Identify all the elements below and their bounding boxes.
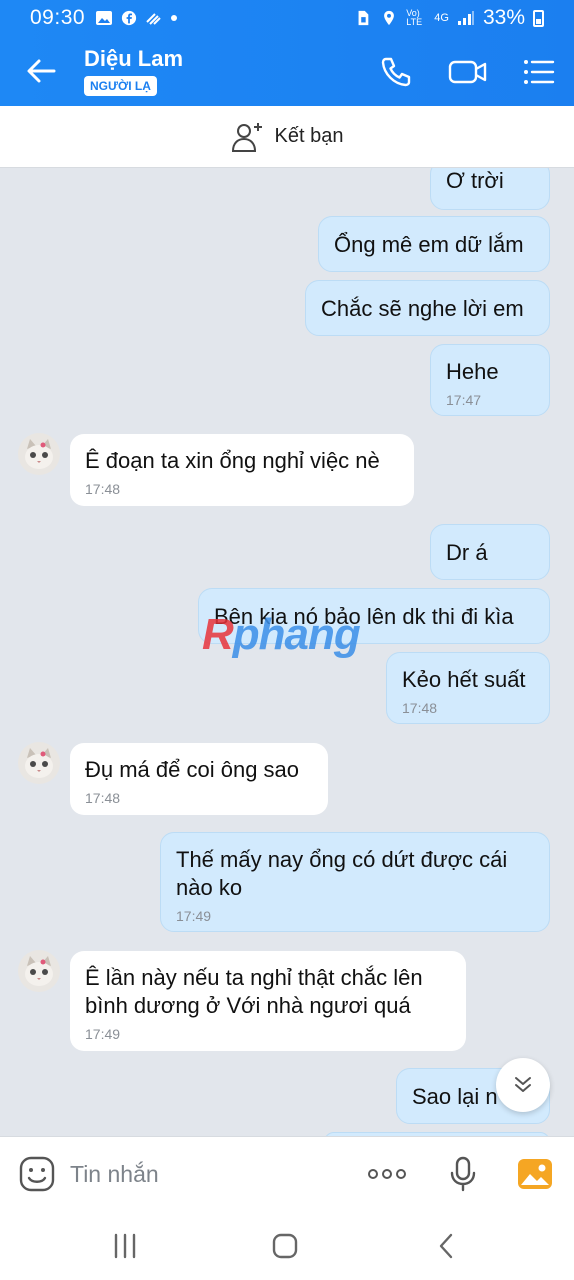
message-bubble-incoming[interactable]: Ê đoạn ta xin ổng nghỉ việc nè 17:48 [70, 434, 414, 506]
emoji-icon[interactable] [18, 1155, 56, 1193]
wifi-calling-icon [146, 13, 161, 25]
message-bubble-outgoing[interactable]: Kẻo hết suất 17:48 [386, 652, 550, 724]
message-input-bar: Tin nhắn [0, 1136, 574, 1210]
network-label: 4G [434, 12, 449, 24]
avatar[interactable] [18, 433, 60, 475]
cat-avatar-icon [18, 742, 60, 784]
cat-avatar-icon [18, 950, 60, 992]
message-time: 17:49 [85, 1026, 121, 1042]
message-text: Thế mấy nay ổng có dứt được cái nào ko [176, 847, 508, 900]
avatar[interactable] [18, 742, 60, 784]
status-bar: 09:30 Vo) LTE 4G 33% [0, 0, 574, 36]
status-time: 09:30 [30, 6, 86, 29]
message-bubble-outgoing[interactable]: Dr á [430, 524, 550, 580]
message-text: Chắc sẽ nghe lời em [321, 296, 524, 321]
double-chevron-down-icon [515, 1077, 531, 1092]
message-time: 17:48 [402, 700, 438, 716]
message-input[interactable]: Tin nhắn [70, 1161, 159, 1188]
gallery-notification-icon [96, 11, 113, 25]
home-icon[interactable] [270, 1232, 300, 1260]
recent-apps-icon[interactable] [110, 1232, 140, 1260]
location-icon [384, 10, 395, 26]
contact-name[interactable]: Diệu Lam [84, 46, 183, 72]
cat-avatar-icon [18, 433, 60, 475]
more-dots-icon[interactable] [366, 1155, 408, 1193]
message-bubble-outgoing[interactable]: Hehe 17:47 [430, 344, 550, 416]
scroll-to-bottom-button[interactable] [496, 1058, 550, 1112]
message-text: Ê đoạn ta xin ổng nghỉ việc nè [85, 448, 380, 473]
message-bubble-incoming[interactable]: Ê lần này nếu ta nghỉ thật chắc lên bình… [70, 951, 466, 1051]
add-friend-bar[interactable]: Kết bạn [0, 106, 574, 168]
menu-list-icon[interactable] [520, 54, 556, 90]
message-text: Ê lần này nếu ta nghỉ thật chắc lên bình… [85, 965, 423, 1018]
message-bubble-outgoing[interactable]: Chắc sẽ nghe lời em [305, 280, 550, 336]
message-bubble-outgoing[interactable]: Ổng mê em dữ lắm [318, 216, 550, 272]
message-text: Đụ má để coi ông sao [85, 757, 300, 782]
message-text: Dr á [446, 540, 488, 565]
watermark: Rphang [202, 610, 361, 659]
sim-card-icon [358, 10, 369, 26]
signal-icon [457, 11, 474, 25]
add-person-icon [231, 122, 262, 152]
message-text: Ơ trời [446, 168, 504, 193]
message-bubble-outgoing[interactable]: Thế mấy nay ổng có dứt được cái nào ko 1… [160, 832, 550, 932]
message-bubble-outgoing[interactable]: Ơ trời [430, 168, 550, 210]
phone-icon[interactable] [378, 54, 414, 90]
avatar[interactable] [18, 950, 60, 992]
add-friend-label: Kết bạn [274, 125, 344, 147]
top-app-bar: 09:30 Vo) LTE 4G 33% Diệu Lam NGƯỜI LẠ [0, 0, 574, 106]
battery-percent: 33% [482, 6, 525, 29]
message-time: 17:49 [176, 908, 212, 924]
image-gallery-icon[interactable] [516, 1155, 554, 1193]
message-list[interactable]: Ơ trời Ổng mê em dữ lắm Chắc sẽ nghe lời… [0, 168, 574, 1136]
video-call-icon[interactable] [448, 54, 488, 90]
battery-icon [533, 9, 544, 27]
microphone-icon[interactable] [444, 1155, 482, 1193]
message-text: Kẻo hết suất [402, 667, 526, 692]
message-text: Ổng mê em dữ lắm [334, 232, 524, 257]
volte-label: Vo) LTE [406, 8, 423, 27]
system-back-icon[interactable] [432, 1232, 462, 1260]
message-time: 17:48 [85, 481, 121, 497]
message-time: 17:48 [85, 790, 121, 806]
message-time: 17:47 [446, 392, 482, 408]
message-text: Hehe [446, 359, 499, 384]
dot-notification-icon [171, 15, 178, 21]
facebook-notification-icon [121, 10, 137, 26]
back-arrow-icon[interactable] [24, 54, 58, 88]
message-bubble-incoming[interactable]: Đụ má để coi ông sao 17:48 [70, 743, 328, 815]
system-navigation-bar [0, 1210, 574, 1280]
chat-header: Diệu Lam NGƯỜI LẠ [0, 36, 574, 106]
stranger-badge: NGƯỜI LẠ [84, 76, 157, 96]
